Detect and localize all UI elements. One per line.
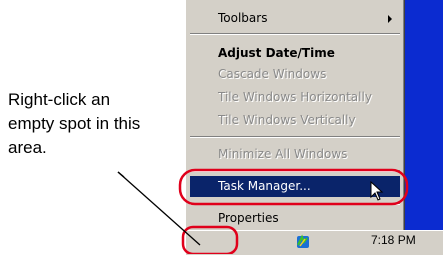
highlight-ring-task-manager — [178, 168, 409, 206]
pointer-line-tick — [117, 171, 125, 178]
pointer-line — [117, 171, 201, 246]
highlight-ring-empty-area — [181, 225, 239, 254]
annotation-overlay — [117, 168, 409, 254]
